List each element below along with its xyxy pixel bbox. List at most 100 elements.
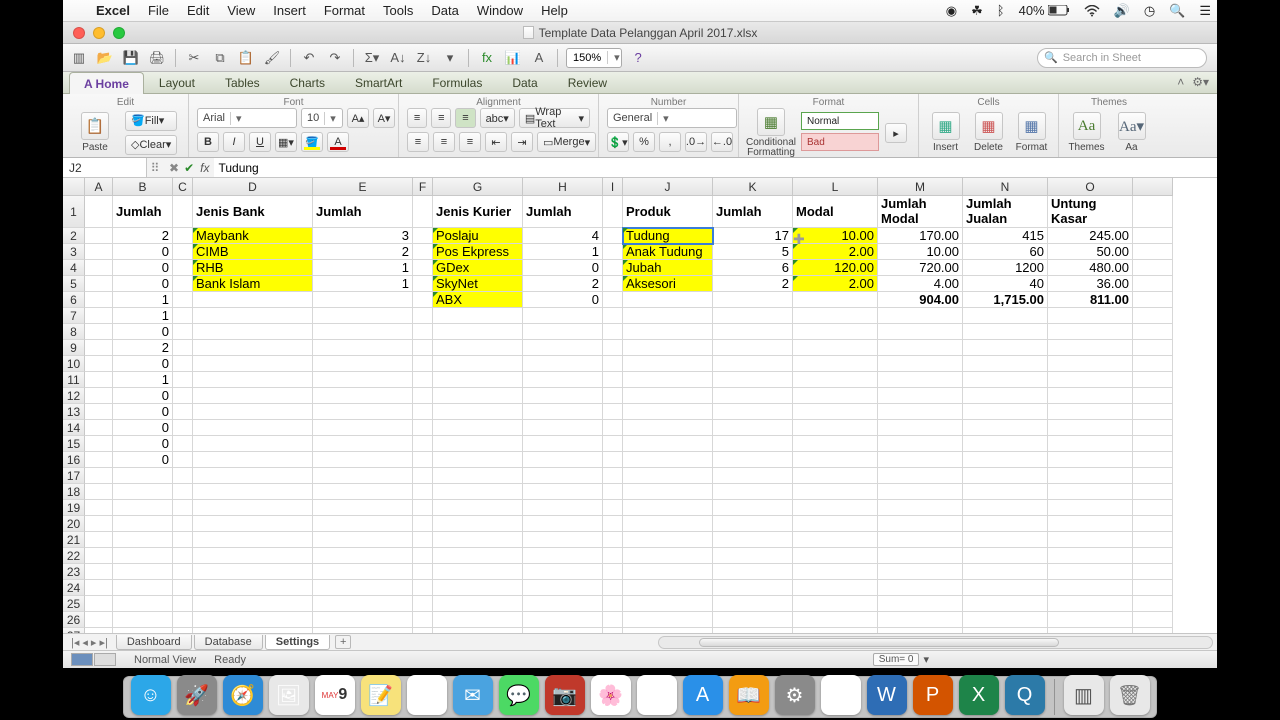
row-header-15[interactable]: 15: [63, 436, 85, 452]
cell-A10[interactable]: [85, 356, 113, 372]
cell-N18[interactable]: [963, 484, 1048, 500]
cell-L22[interactable]: [793, 548, 878, 564]
cell-N16[interactable]: [963, 452, 1048, 468]
orientation-icon[interactable]: abc▾: [480, 108, 515, 128]
cell-B11[interactable]: 1: [113, 372, 173, 388]
cell-B9[interactable]: 2: [113, 340, 173, 356]
cell-L13[interactable]: [793, 404, 878, 420]
cell-N20[interactable]: [963, 516, 1048, 532]
cell-C25[interactable]: [173, 596, 193, 612]
cell-D1[interactable]: Jenis Bank: [193, 196, 313, 228]
cell-K9[interactable]: [713, 340, 793, 356]
cell-I12[interactable]: [603, 388, 623, 404]
page-layout-view-button[interactable]: [94, 653, 116, 666]
cell-F13[interactable]: [413, 404, 433, 420]
cell-H14[interactable]: [523, 420, 603, 436]
cell-x17[interactable]: [1133, 468, 1173, 484]
cell-x7[interactable]: [1133, 308, 1173, 324]
grow-font-icon[interactable]: A▴: [347, 108, 369, 128]
search-input[interactable]: 🔍 Search in Sheet: [1037, 48, 1207, 68]
cell-N9[interactable]: [963, 340, 1048, 356]
cell-x23[interactable]: [1133, 564, 1173, 580]
cell-O15[interactable]: [1048, 436, 1133, 452]
open-icon[interactable]: 📂: [95, 48, 115, 68]
cell-J24[interactable]: [623, 580, 713, 596]
font-color-button[interactable]: A: [327, 132, 349, 152]
cell-K17[interactable]: [713, 468, 793, 484]
cell-J7[interactable]: [623, 308, 713, 324]
cell-O11[interactable]: [1048, 372, 1133, 388]
cell-I8[interactable]: [603, 324, 623, 340]
cell-O14[interactable]: [1048, 420, 1133, 436]
cell-D11[interactable]: [193, 372, 313, 388]
cell-x3[interactable]: [1133, 244, 1173, 260]
filter-icon[interactable]: ▾: [440, 48, 460, 68]
cell-N3[interactable]: 60: [963, 244, 1048, 260]
autosum-icon[interactable]: Σ▾: [362, 48, 382, 68]
row-header-16[interactable]: 16: [63, 452, 85, 468]
cell-J12[interactable]: [623, 388, 713, 404]
cell-F23[interactable]: [413, 564, 433, 580]
cell-H23[interactable]: [523, 564, 603, 580]
cell-J3[interactable]: Anak Tudung: [623, 244, 713, 260]
cell-G12[interactable]: [433, 388, 523, 404]
cell-K15[interactable]: [713, 436, 793, 452]
cell-M5[interactable]: 4.00: [878, 276, 963, 292]
sheet-tab-database[interactable]: Database: [194, 635, 263, 650]
cell-x22[interactable]: [1133, 548, 1173, 564]
align-left-icon[interactable]: ≡: [407, 132, 429, 152]
row-header-23[interactable]: 23: [63, 564, 85, 580]
cell-K6[interactable]: [713, 292, 793, 308]
dock-itunes[interactable]: ♫: [637, 675, 677, 715]
cell-C23[interactable]: [173, 564, 193, 580]
cell-B16[interactable]: 0: [113, 452, 173, 468]
sort-desc-icon[interactable]: Z↓: [414, 48, 434, 68]
ribbon-tab-formulas[interactable]: Formulas: [417, 71, 497, 93]
cell-L2[interactable]: 10.00: [793, 228, 878, 244]
cell-E19[interactable]: [313, 500, 413, 516]
name-box[interactable]: J2: [63, 158, 147, 177]
cell-D13[interactable]: [193, 404, 313, 420]
cell-N25[interactable]: [963, 596, 1048, 612]
cell-I20[interactable]: [603, 516, 623, 532]
cell-C20[interactable]: [173, 516, 193, 532]
cell-M18[interactable]: [878, 484, 963, 500]
row-header-21[interactable]: 21: [63, 532, 85, 548]
cell-H26[interactable]: [523, 612, 603, 628]
cell-O4[interactable]: 480.00: [1048, 260, 1133, 276]
cell-M15[interactable]: [878, 436, 963, 452]
cell-N23[interactable]: [963, 564, 1048, 580]
row-header-8[interactable]: 8: [63, 324, 85, 340]
cell-H1[interactable]: Jumlah: [523, 196, 603, 228]
cell-O19[interactable]: [1048, 500, 1133, 516]
cell-A22[interactable]: [85, 548, 113, 564]
cell-H5[interactable]: 2: [523, 276, 603, 292]
cell-O1[interactable]: Untung Kasar: [1048, 196, 1133, 228]
cell-F9[interactable]: [413, 340, 433, 356]
cell-G1[interactable]: Jenis Kurier: [433, 196, 523, 228]
cell-O6[interactable]: 811.00: [1048, 292, 1133, 308]
cell-I16[interactable]: [603, 452, 623, 468]
cell-B18[interactable]: [113, 484, 173, 500]
cell-D19[interactable]: [193, 500, 313, 516]
cell-A20[interactable]: [85, 516, 113, 532]
row-header-17[interactable]: 17: [63, 468, 85, 484]
cell-H2[interactable]: 4: [523, 228, 603, 244]
help-icon[interactable]: ?: [628, 48, 648, 68]
cell-M13[interactable]: [878, 404, 963, 420]
cell-E10[interactable]: [313, 356, 413, 372]
sheet-tab-settings[interactable]: Settings: [265, 635, 330, 650]
row-header-10[interactable]: 10: [63, 356, 85, 372]
cell-H16[interactable]: [523, 452, 603, 468]
cell-G15[interactable]: [433, 436, 523, 452]
cell-F11[interactable]: [413, 372, 433, 388]
dock-quicken[interactable]: Q: [1005, 675, 1045, 715]
sheet-nav-first-icon[interactable]: |◂: [71, 636, 79, 649]
dock-chrome[interactable]: ◉: [821, 675, 861, 715]
cell-x2[interactable]: [1133, 228, 1173, 244]
cell-x15[interactable]: [1133, 436, 1173, 452]
wrap-text-button[interactable]: ▤ Wrap Text ▾: [519, 108, 590, 128]
ribbon-tab-smartart[interactable]: SmartArt: [340, 71, 417, 93]
cell-O12[interactable]: [1048, 388, 1133, 404]
cell-D2[interactable]: Maybank: [193, 228, 313, 244]
